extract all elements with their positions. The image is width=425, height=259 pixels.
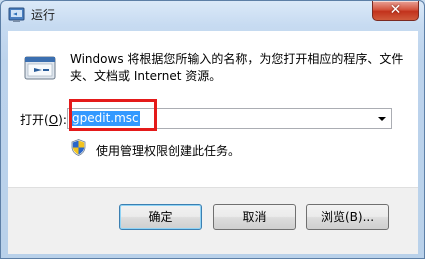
button-bar: 确定 取消 浏览(B)...: [8, 187, 418, 254]
run-dialog: 运行 ✕ Windows 将根据您所输入的名称，为您打开相应的程序、文件夹、文档…: [0, 0, 425, 259]
title-bar[interactable]: 运行 ✕: [1, 1, 424, 28]
open-label: 打开(O):: [20, 113, 67, 127]
dialog-content: Windows 将根据您所输入的名称，为您打开相应的程序、文件夹、文档或 Int…: [8, 31, 418, 187]
cancel-button[interactable]: 取消: [213, 204, 296, 230]
admin-note: 使用管理权限创建此任务。: [96, 144, 241, 158]
window-title: 运行: [31, 8, 56, 22]
dropdown-arrow-icon[interactable]: [374, 109, 389, 128]
red-highlight-annotation: [69, 99, 157, 131]
browse-button[interactable]: 浏览(B)...: [306, 204, 389, 230]
run-program-icon: [24, 56, 56, 80]
description-text: Windows 将根据您所输入的名称，为您打开相应的程序、文件夹、文档或 Int…: [70, 52, 404, 83]
close-icon: ✕: [389, 2, 402, 18]
open-label-accelerator: O: [48, 113, 59, 127]
close-button[interactable]: ✕: [372, 1, 419, 21]
uac-shield-icon: [71, 139, 86, 156]
run-app-icon: [8, 7, 25, 22]
ok-button[interactable]: 确定: [119, 204, 202, 230]
